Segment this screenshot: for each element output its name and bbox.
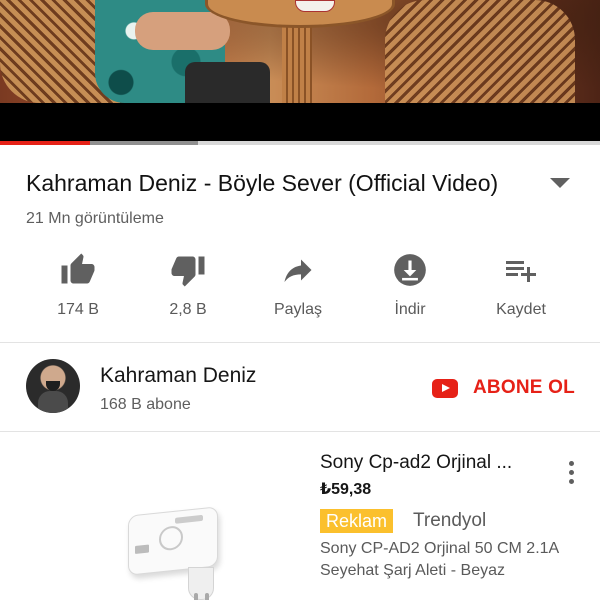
video-progress-buffered xyxy=(90,141,198,145)
share-icon xyxy=(243,250,353,290)
avatar-shirt xyxy=(38,391,68,413)
view-count: 21 Mn görüntüleme xyxy=(26,210,164,227)
divider xyxy=(0,342,600,343)
action-bar: 174 B 2,8 B Paylaş İndir Kaydet xyxy=(0,250,600,325)
advertiser-name: Trendyol xyxy=(413,510,487,531)
ad-description: Sony CP-AD2 Orjinal 50 CM 2.1A Seyehat Ş… xyxy=(320,540,559,579)
download-label: İndir xyxy=(394,301,426,318)
video-title: Kahraman Deniz - Böyle Sever (Official V… xyxy=(26,170,499,196)
charger-body xyxy=(128,506,218,576)
like-count: 174 B xyxy=(57,301,99,318)
download-button[interactable]: İndir xyxy=(355,250,465,319)
video-frame-cup xyxy=(295,0,335,12)
like-button[interactable]: 174 B xyxy=(23,250,133,319)
subscribe-button[interactable]: ABONE OL xyxy=(432,374,575,402)
ad-price: ₺59,38 xyxy=(320,481,372,498)
ad-title[interactable]: Sony Cp-ad2 Orjinal ... xyxy=(320,452,512,474)
playlist-add-icon xyxy=(466,250,576,290)
video-progress-bar[interactable] xyxy=(0,141,600,145)
charger-plug xyxy=(188,567,214,600)
divider xyxy=(0,431,600,432)
youtube-logo-icon xyxy=(432,378,458,398)
share-label: Paylaş xyxy=(273,301,323,318)
channel-name[interactable]: Kahraman Deniz xyxy=(100,364,256,388)
chevron-down-icon[interactable] xyxy=(548,176,572,190)
video-frame-legs xyxy=(185,62,270,103)
thumbs-down-icon xyxy=(133,250,243,290)
share-button[interactable]: Paylaş xyxy=(243,250,353,319)
avatar-beard xyxy=(46,381,60,391)
video-player[interactable] xyxy=(0,0,600,103)
video-progress-played xyxy=(0,141,90,145)
usb-port xyxy=(135,544,149,554)
dislike-count: 2,8 B xyxy=(169,301,207,318)
dislike-button[interactable]: 2,8 B xyxy=(133,250,243,319)
subscriber-count: 168 B abone xyxy=(100,396,191,413)
download-icon xyxy=(355,250,465,290)
video-frame-chair xyxy=(385,0,575,103)
thumbs-up-icon xyxy=(23,250,133,290)
video-frame-table-base xyxy=(282,26,312,103)
save-label: Kaydet xyxy=(496,301,546,318)
brand-mark xyxy=(175,514,203,524)
ad-badge: Reklam xyxy=(320,509,394,533)
channel-avatar[interactable] xyxy=(26,359,80,413)
plug-pin xyxy=(205,593,209,600)
subscribe-label: ABONE OL xyxy=(473,377,575,398)
charger-ring xyxy=(159,524,183,552)
save-button[interactable]: Kaydet xyxy=(466,250,576,319)
plug-pin xyxy=(194,593,198,600)
ad-product-image[interactable] xyxy=(88,505,238,600)
video-frame-arm xyxy=(135,12,230,50)
video-letterbox xyxy=(0,103,600,141)
more-options-icon[interactable] xyxy=(560,458,582,488)
